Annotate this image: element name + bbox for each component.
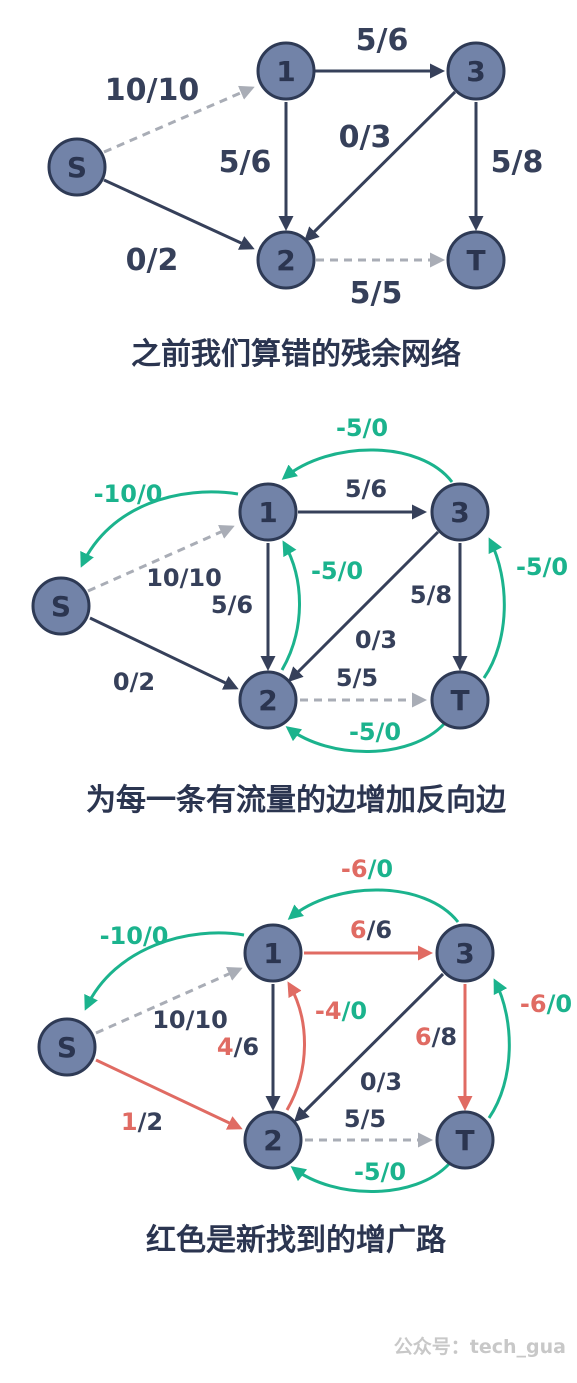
node-2: 2 (256, 230, 316, 290)
label-s-1: 10/10 (146, 564, 222, 592)
label-3-2: 0/3 (339, 120, 392, 155)
node-s: S (47, 137, 107, 197)
svg-text:T: T (450, 684, 469, 717)
label-3-2: 0/3 (360, 1068, 402, 1096)
label-s-2-cap: /2 (138, 1108, 163, 1136)
label-3-t: 6/8 (415, 1023, 457, 1051)
flow-network-figure: S 1 3 2 T 10/10 0/2 5/6 5/6 0/3 5/8 5/5 … (31, 23, 572, 1358)
label-2-t: 5/5 (344, 1105, 386, 1133)
label-3-2: 0/3 (355, 626, 397, 654)
caption-3: 红色是新找到的增广路 (146, 1223, 447, 1258)
watermark: 公众号：tech_gua (394, 1335, 566, 1358)
edge-t-3-reverse (487, 978, 511, 1119)
node-1: 1 (256, 41, 316, 101)
svg-text:1: 1 (276, 55, 295, 88)
label-3-1-reverse-cap: /0 (368, 855, 393, 883)
svg-text:S: S (57, 1031, 77, 1064)
diagram-2: S 1 3 2 T 10/10 0/2 5/6 5/6 0/3 5/8 5/5 … (31, 414, 568, 818)
label-1-3: 5/6 (345, 475, 387, 503)
svg-text:1: 1 (263, 937, 282, 970)
node-1: 1 (243, 923, 303, 983)
label-s-1: 10/10 (105, 73, 199, 108)
node-s: S (31, 576, 91, 636)
label-s-2-flow: 1 (121, 1108, 138, 1136)
edge-2-1-reverse-augmented (285, 981, 306, 1111)
node-3: 3 (446, 41, 506, 101)
edge-2-1-reverse (280, 540, 301, 671)
svg-text:S: S (51, 590, 71, 623)
edge-t-3-reverse (482, 537, 506, 679)
caption-2: 为每一条有流量的边增加反向边 (86, 783, 507, 818)
label-s-2: 0/2 (126, 243, 179, 278)
svg-text:3: 3 (450, 496, 469, 529)
label-3-t-flow: 6 (415, 1023, 432, 1051)
node-2: 2 (243, 1110, 303, 1170)
diagram-1: S 1 3 2 T 10/10 0/2 5/6 5/6 0/3 5/8 5/5 … (47, 23, 544, 372)
svg-text:2: 2 (276, 244, 295, 277)
label-1-s-reverse: -10/0 (100, 922, 169, 950)
label-t-2-reverse: -5/0 (349, 718, 401, 746)
node-t: T (430, 670, 490, 730)
label-1-3-flow: 6 (350, 916, 367, 944)
node-3: 3 (430, 482, 490, 542)
label-3-t: 5/8 (491, 145, 544, 180)
label-3-1-reverse: -5/0 (336, 414, 388, 442)
label-3-1-reverse: -6/0 (341, 855, 393, 883)
node-t: T (435, 1110, 495, 1170)
label-1-3: 6/6 (350, 916, 392, 944)
label-t-3-reverse-cap: /0 (547, 990, 572, 1018)
label-1-2: 5/6 (219, 145, 272, 180)
svg-text:T: T (455, 1124, 474, 1157)
label-2-1-reverse: -5/0 (311, 557, 363, 585)
svg-text:3: 3 (455, 937, 474, 970)
caption-1: 之前我们算错的残余网络 (131, 337, 461, 372)
label-1-2: 4/6 (217, 1033, 259, 1061)
edge-s-2-augmented (95, 1058, 243, 1130)
svg-text:2: 2 (258, 684, 277, 717)
label-s-2: 1/2 (121, 1108, 163, 1136)
label-t-3-reverse: -6/0 (520, 990, 572, 1018)
node-2: 2 (238, 670, 298, 730)
edge-3-2 (303, 90, 457, 243)
label-3-t-cap: /8 (432, 1023, 457, 1051)
edge-s-2 (89, 616, 239, 690)
label-s-2: 0/2 (113, 668, 155, 696)
label-1-3: 5/6 (356, 23, 409, 58)
svg-text:2: 2 (263, 1124, 282, 1157)
label-3-1-reverse-flow: -6 (341, 855, 368, 883)
label-t-3-reverse-flow: -6 (520, 990, 547, 1018)
label-3-t: 5/8 (410, 581, 452, 609)
label-1-s-reverse: -10/0 (94, 480, 163, 508)
diagram-3: S 1 3 2 T 10/10 1/2 6/6 4/6 0/3 6/8 5/5 … (37, 855, 572, 1258)
label-s-1: 10/10 (152, 1006, 228, 1034)
label-1-2-cap: /6 (234, 1033, 259, 1061)
label-1-3-cap: /6 (367, 916, 392, 944)
label-2-1-reverse-cap: /0 (342, 997, 367, 1025)
label-t-3-reverse: -5/0 (516, 553, 568, 581)
node-t: T (446, 230, 506, 290)
node-1: 1 (238, 482, 298, 542)
label-2-t: 5/5 (336, 664, 378, 692)
svg-text:3: 3 (466, 55, 485, 88)
svg-text:1: 1 (258, 496, 277, 529)
svg-text:S: S (67, 151, 87, 184)
label-2-t: 5/5 (350, 276, 403, 311)
label-2-1-reverse: -4/0 (315, 997, 367, 1025)
label-2-1-reverse-flow: -4 (315, 997, 342, 1025)
label-t-2-reverse: -5/0 (354, 1158, 406, 1186)
label-1-2-flow: 4 (217, 1033, 234, 1061)
node-3: 3 (435, 923, 495, 983)
edge-s-2 (103, 178, 255, 250)
label-1-2: 5/6 (211, 591, 253, 619)
svg-text:T: T (466, 244, 485, 277)
node-s: S (37, 1017, 97, 1077)
